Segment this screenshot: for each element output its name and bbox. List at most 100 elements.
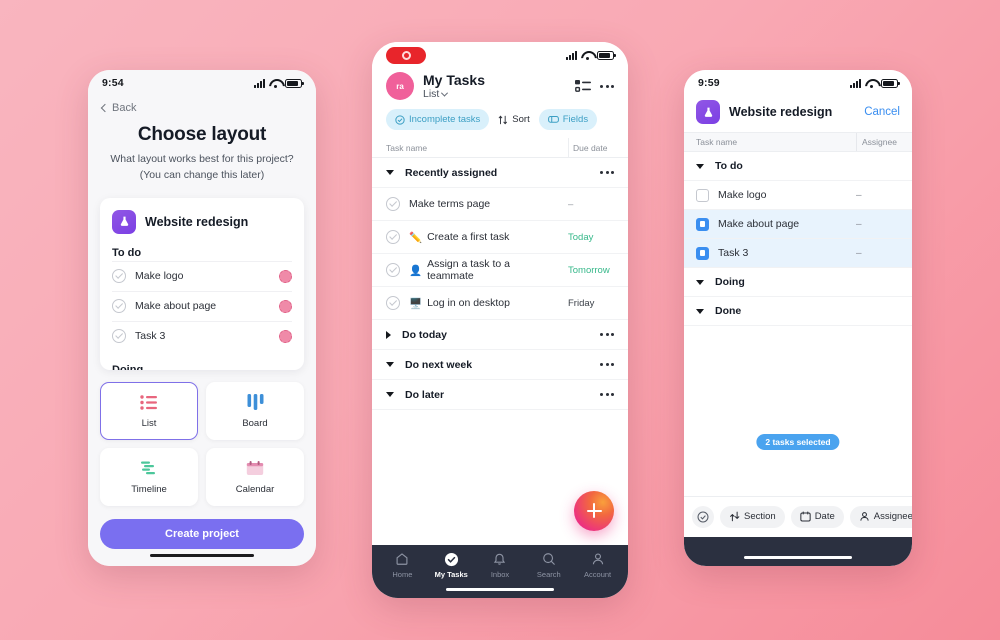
layout-option-board[interactable]: Board: [206, 381, 304, 440]
add-task-fab[interactable]: [574, 490, 614, 531]
triangle-down-icon[interactable]: [696, 163, 704, 169]
task-row[interactable]: Make terms page –: [372, 188, 628, 222]
section-more-icon[interactable]: [600, 333, 614, 337]
chip-label: Fields: [562, 114, 589, 126]
column-due-date: Due date: [568, 138, 614, 158]
flask-icon: [112, 209, 136, 234]
home-indicator[interactable]: [446, 587, 554, 591]
more-options-icon[interactable]: [600, 84, 614, 88]
check-circle-icon[interactable]: [386, 263, 400, 278]
recording-indicator: [386, 46, 426, 64]
view-options-icon[interactable]: [575, 79, 591, 93]
task-row[interactable]: Make logo: [112, 260, 292, 291]
task-name-wrap: 👤 Assign a task to a teammate: [409, 258, 559, 282]
column-task-name: Task name: [696, 137, 738, 147]
nav-label: Search: [536, 569, 561, 579]
calendar-icon: [246, 459, 264, 478]
layout-option-calendar[interactable]: Calendar: [206, 447, 304, 506]
nav-item-my-tasks[interactable]: My Tasks: [427, 552, 476, 579]
section-more-icon[interactable]: [600, 363, 614, 367]
task-name-wrap: 🖥️ Log in on desktop: [409, 297, 559, 310]
task-due-date: Tomorrow: [568, 264, 610, 276]
check-circle-icon[interactable]: [112, 269, 126, 283]
section-doing-label: Doing: [112, 363, 144, 370]
task-row[interactable]: Make about page: [112, 290, 292, 321]
chip-sort[interactable]: Sort: [498, 109, 530, 130]
avatar[interactable]: [279, 269, 292, 283]
table-row[interactable]: Task 3 –: [684, 239, 912, 268]
section-more-icon[interactable]: [600, 171, 614, 175]
section-row-to-do[interactable]: To do: [684, 152, 912, 181]
checkbox[interactable]: [696, 217, 709, 231]
page-subtitle: What layout works best for this project?…: [88, 152, 316, 184]
section-row-do-today[interactable]: Do today: [372, 320, 628, 351]
section-row-recently-assigned[interactable]: Recently assigned: [372, 158, 628, 189]
triangle-right-icon[interactable]: [386, 330, 391, 339]
chip-fields[interactable]: Fields: [538, 109, 598, 131]
avatar[interactable]: [279, 329, 292, 343]
section-row-do-later[interactable]: Do later: [372, 380, 628, 411]
nav-item-home[interactable]: Home: [378, 552, 427, 579]
table-row[interactable]: Make about page –: [684, 210, 912, 239]
section-label: To do: [715, 160, 743, 172]
nav-item-inbox[interactable]: Inbox: [476, 552, 525, 579]
section-row-doing[interactable]: Doing: [684, 268, 912, 297]
fields-icon: [547, 116, 559, 123]
nav-item-search[interactable]: Search: [524, 552, 573, 579]
status-bar: 9:54: [88, 70, 316, 96]
back-button[interactable]: Back: [88, 96, 316, 114]
triangle-down-icon[interactable]: [386, 362, 394, 368]
layout-option-label: List: [141, 417, 157, 429]
project-name: Website redesign: [145, 214, 249, 229]
status-bar: 9:59: [684, 70, 912, 96]
check-circle-icon[interactable]: [386, 296, 400, 311]
nav-item-account[interactable]: Account: [573, 552, 622, 579]
view-selector[interactable]: List: [423, 88, 566, 100]
avatar[interactable]: [279, 299, 292, 313]
home-indicator[interactable]: [744, 555, 852, 559]
section-row-do-next-week[interactable]: Do next week: [372, 350, 628, 381]
assignee-button[interactable]: Assignee: [849, 505, 912, 528]
task-row[interactable]: 🖥️ Log in on desktop Friday: [372, 287, 628, 321]
task-row[interactable]: ✏️ Create a first task Today: [372, 221, 628, 255]
checkbox[interactable]: [696, 188, 709, 202]
layout-option-list[interactable]: List: [100, 381, 198, 440]
search-icon: [541, 552, 556, 567]
triangle-down-icon[interactable]: [386, 170, 394, 176]
triangle-down-icon[interactable]: [386, 392, 394, 398]
date-button[interactable]: Date: [790, 505, 844, 528]
check-circle-icon[interactable]: [112, 299, 126, 313]
task-name: Make about page: [718, 218, 800, 230]
nav-label: My Tasks: [434, 569, 468, 579]
triangle-down-icon[interactable]: [696, 308, 704, 314]
chip-label: Sort: [512, 114, 530, 126]
layout-option-timeline[interactable]: Timeline: [100, 447, 198, 506]
check-circle-icon[interactable]: [386, 197, 400, 212]
wifi-icon: [581, 51, 593, 60]
column-assignee: Assignee: [856, 133, 900, 151]
task-row[interactable]: Task 3: [112, 320, 292, 351]
section-button[interactable]: Section: [720, 505, 785, 528]
avatar[interactable]: ra: [386, 72, 414, 101]
section-more-icon[interactable]: [600, 393, 614, 397]
table-row[interactable]: Make logo –: [684, 181, 912, 210]
triangle-down-icon[interactable]: [696, 279, 704, 285]
checkbox[interactable]: [696, 246, 709, 260]
chip-incomplete-tasks[interactable]: Incomplete tasks: [386, 109, 490, 131]
wifi-icon: [269, 79, 281, 88]
section-label: Done: [715, 305, 742, 317]
section-row-done[interactable]: Done: [684, 297, 912, 326]
bottom-navigation: Home My Tasks Inbox Search Account: [372, 544, 628, 598]
home-indicator[interactable]: [150, 553, 254, 557]
bell-icon: [492, 552, 507, 567]
task-list: Recently assigned Make terms page – ✏️ C…: [372, 158, 628, 544]
complete-button[interactable]: [692, 505, 714, 528]
battery-icon: [285, 78, 304, 88]
create-project-button[interactable]: Create project: [100, 518, 304, 549]
task-due-date: Friday: [568, 297, 595, 309]
check-circle-icon[interactable]: [112, 329, 126, 343]
check-circle-icon[interactable]: [386, 230, 400, 245]
task-row[interactable]: 👤 Assign a task to a teammate Tomorrow: [372, 254, 628, 288]
wifi-icon: [865, 79, 877, 88]
cancel-button[interactable]: Cancel: [864, 106, 900, 118]
